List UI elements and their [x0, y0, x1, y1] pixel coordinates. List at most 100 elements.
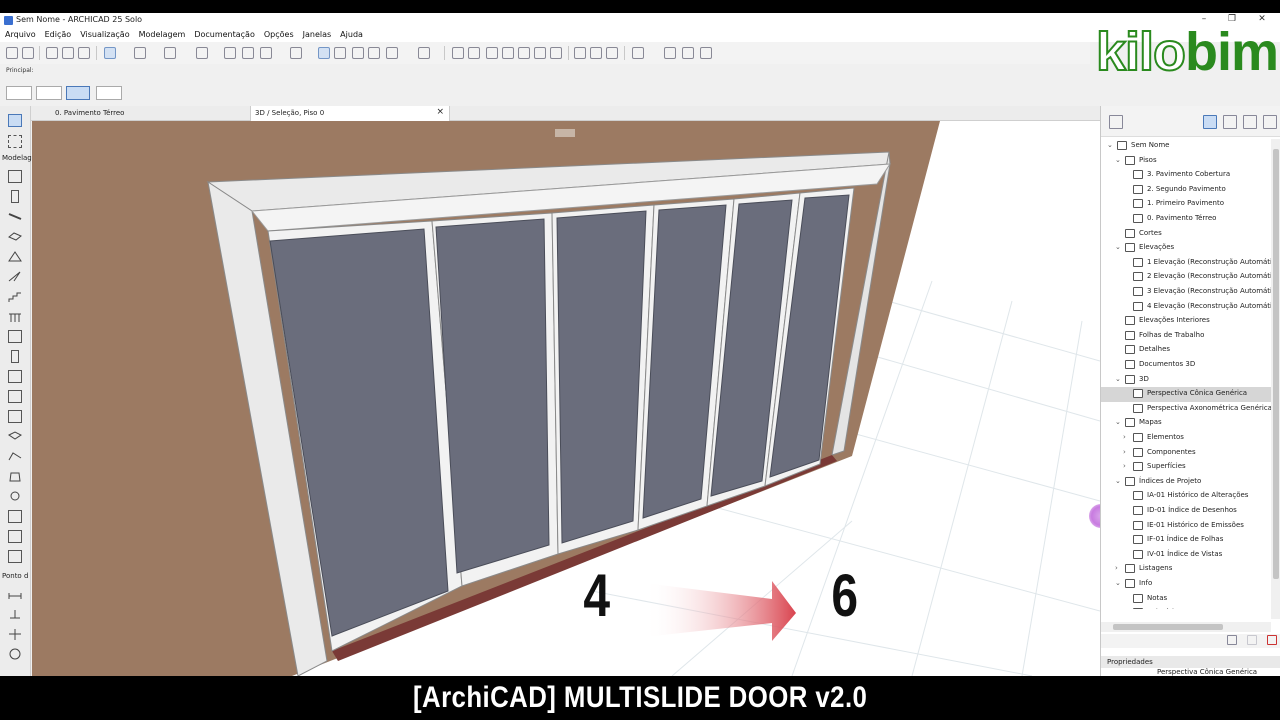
pick-up-icon[interactable] — [46, 47, 58, 59]
navigator-tree-item[interactable]: ⌄ 3D — [1101, 373, 1271, 388]
radial-dimension-tool-icon[interactable] — [8, 648, 22, 661]
beam-tool-icon[interactable] — [8, 210, 22, 223]
selection-method-select[interactable] — [36, 86, 62, 100]
delete-view-icon[interactable] — [1267, 635, 1277, 645]
clone-view-icon[interactable] — [1247, 635, 1257, 645]
navigator-tree-item[interactable]: › Listagens — [1101, 562, 1271, 577]
marquee-tool-icon[interactable] — [8, 135, 22, 148]
navigator-tree-item[interactable]: Documentos 3D — [1101, 358, 1271, 373]
tree-expand-icon[interactable]: ⌄ — [1115, 418, 1121, 426]
tree-expand-icon[interactable]: ⌄ — [1115, 243, 1121, 251]
drag-copy-icon[interactable] — [682, 47, 694, 59]
navigator-tree-item[interactable]: ID-01 Índice de Desenhos — [1101, 504, 1271, 519]
morph-tool-icon[interactable] — [8, 470, 22, 483]
close-tab-icon[interactable]: × — [436, 107, 444, 117]
navigator-tree-item[interactable]: ⌄ Info — [1101, 577, 1271, 592]
layer-icon[interactable] — [260, 47, 272, 59]
navigator-tree-item[interactable]: IA-01 Histórico de Alterações — [1101, 489, 1271, 504]
navigator-scroll-thumb[interactable] — [1273, 149, 1279, 579]
curtain-wall-tool-icon[interactable] — [8, 330, 22, 343]
tree-expand-icon[interactable]: › — [1123, 448, 1126, 456]
navigator-tree-item[interactable]: Perspectiva Cônica Genérica — [1101, 387, 1271, 402]
navigator-tree-item[interactable]: IV-01 Índice de Vistas — [1101, 548, 1271, 563]
lock-icon[interactable] — [290, 47, 302, 59]
roof-tool-icon[interactable] — [8, 250, 22, 263]
adjust-icon[interactable] — [468, 47, 480, 59]
fillet-icon[interactable] — [502, 47, 514, 59]
navigator-tree-item[interactable]: Cortes — [1101, 227, 1271, 242]
trim-icon[interactable] — [452, 47, 464, 59]
lamp-tool-icon[interactable] — [8, 490, 22, 503]
menu-ajuda[interactable]: Ajuda — [340, 28, 363, 42]
gravity-icon[interactable] — [164, 47, 176, 59]
tab-floor-plan[interactable]: 0. Pavimento Térreo — [51, 106, 241, 121]
navigator-tree-item[interactable]: 0. Pavimento Térreo — [1101, 212, 1271, 227]
multiply-icon[interactable] — [664, 47, 676, 59]
detail-icon[interactable] — [368, 47, 380, 59]
corner-window-tool-icon[interactable] — [8, 530, 22, 543]
navigator-switch-icon[interactable] — [1109, 115, 1123, 129]
mesh-tool-icon[interactable] — [8, 450, 22, 463]
window-tool-icon[interactable] — [8, 370, 22, 383]
arrow-tool-icon[interactable] — [8, 114, 22, 127]
opening-tool-icon[interactable] — [8, 550, 22, 563]
navigator-tree-item[interactable]: ⌄ Pisos — [1101, 154, 1271, 169]
navigator-tree-item[interactable]: 4 Elevação (Reconstrução Automática) — [1101, 300, 1271, 315]
navigator-tree-item[interactable]: 2. Segundo Pavimento — [1101, 183, 1271, 198]
navigator-tree-item[interactable]: ⌄ Elevações — [1101, 241, 1271, 256]
navigator-tree-item[interactable]: 2 Elevação (Reconstrução Automática) — [1101, 270, 1271, 285]
align-icon[interactable] — [590, 47, 602, 59]
navigator-tree-item[interactable]: ⌄ Sem Nome — [1101, 139, 1271, 154]
layout-book-icon[interactable] — [1243, 115, 1257, 129]
rotate-selection-button[interactable] — [66, 86, 90, 100]
menu-documentacao[interactable]: Documentação — [194, 28, 255, 42]
navigator-tree-item[interactable]: › Componentes — [1101, 446, 1271, 461]
slab-tool-icon[interactable] — [8, 230, 22, 243]
navigator-tree-item[interactable]: Notas — [1101, 592, 1271, 607]
redo-icon[interactable] — [22, 47, 34, 59]
distribute-icon[interactable] — [606, 47, 618, 59]
navigator-tree-item[interactable]: Elevações Interiores — [1101, 314, 1271, 329]
publisher-sets-icon[interactable] — [1263, 115, 1277, 129]
tree-expand-icon[interactable]: ⌄ — [1115, 375, 1121, 383]
navigator-horizontal-scrollbar[interactable] — [1101, 622, 1271, 632]
suspend-groups-icon[interactable] — [224, 47, 236, 59]
dimension-tool-icon[interactable] — [8, 588, 22, 601]
skylight-tool-icon[interactable] — [8, 390, 22, 403]
menu-janelas[interactable]: Janelas — [303, 28, 332, 42]
navigator-tree-item[interactable]: Folhas de Trabalho — [1101, 329, 1271, 344]
navigator-tree-item[interactable]: ⌄ Índices de Projeto — [1101, 475, 1271, 490]
navigator-tree-item[interactable]: ⌄ Mapas — [1101, 416, 1271, 431]
geometry-method-select[interactable] — [6, 86, 32, 100]
render-icon[interactable] — [386, 47, 398, 59]
navigator-tree-item[interactable]: 3 Elevação (Reconstrução Automática) — [1101, 285, 1271, 300]
grid-snap-icon[interactable] — [196, 47, 208, 59]
shell-tool-icon[interactable] — [8, 270, 22, 283]
railing-tool-icon[interactable] — [8, 310, 22, 323]
level-dimension-tool-icon[interactable] — [8, 608, 22, 621]
menu-arquivo[interactable]: Arquivo — [5, 28, 36, 42]
inject-icon[interactable] — [62, 47, 74, 59]
navigator-tree-item[interactable]: 3. Pavimento Cobertura — [1101, 168, 1271, 183]
navigator-tree-item[interactable]: IE-01 Histórico de Emissões — [1101, 519, 1271, 534]
zone-tool-icon[interactable] — [8, 430, 22, 443]
flag-icon[interactable] — [574, 47, 586, 59]
3d-window-icon[interactable] — [334, 47, 346, 59]
tab-3d-view[interactable]: 3D / Seleção, Piso 0 × — [250, 106, 450, 121]
tree-expand-icon[interactable]: › — [1123, 462, 1126, 470]
tree-expand-icon[interactable]: ⌄ — [1107, 141, 1113, 149]
tree-expand-icon[interactable]: › — [1115, 564, 1118, 572]
tree-expand-icon[interactable]: ⌄ — [1115, 477, 1121, 485]
tree-expand-icon[interactable]: › — [1123, 433, 1126, 441]
view-map-icon[interactable] — [1223, 115, 1237, 129]
navigator-tree-item[interactable]: IF-01 Índice de Folhas — [1101, 533, 1271, 548]
menu-visualizacao[interactable]: Visualização — [80, 28, 129, 42]
mirror-icon[interactable] — [632, 47, 644, 59]
navigator-horizontal-thumb[interactable] — [1113, 624, 1223, 630]
tree-expand-icon[interactable]: ⌄ — [1115, 579, 1121, 587]
3d-cutaway-icon[interactable] — [318, 47, 330, 59]
navigator-tree-item[interactable]: › Elementos — [1101, 431, 1271, 446]
split-icon[interactable] — [518, 47, 530, 59]
menu-edicao[interactable]: Edição — [45, 28, 72, 42]
surface-painter-icon[interactable] — [418, 47, 430, 59]
